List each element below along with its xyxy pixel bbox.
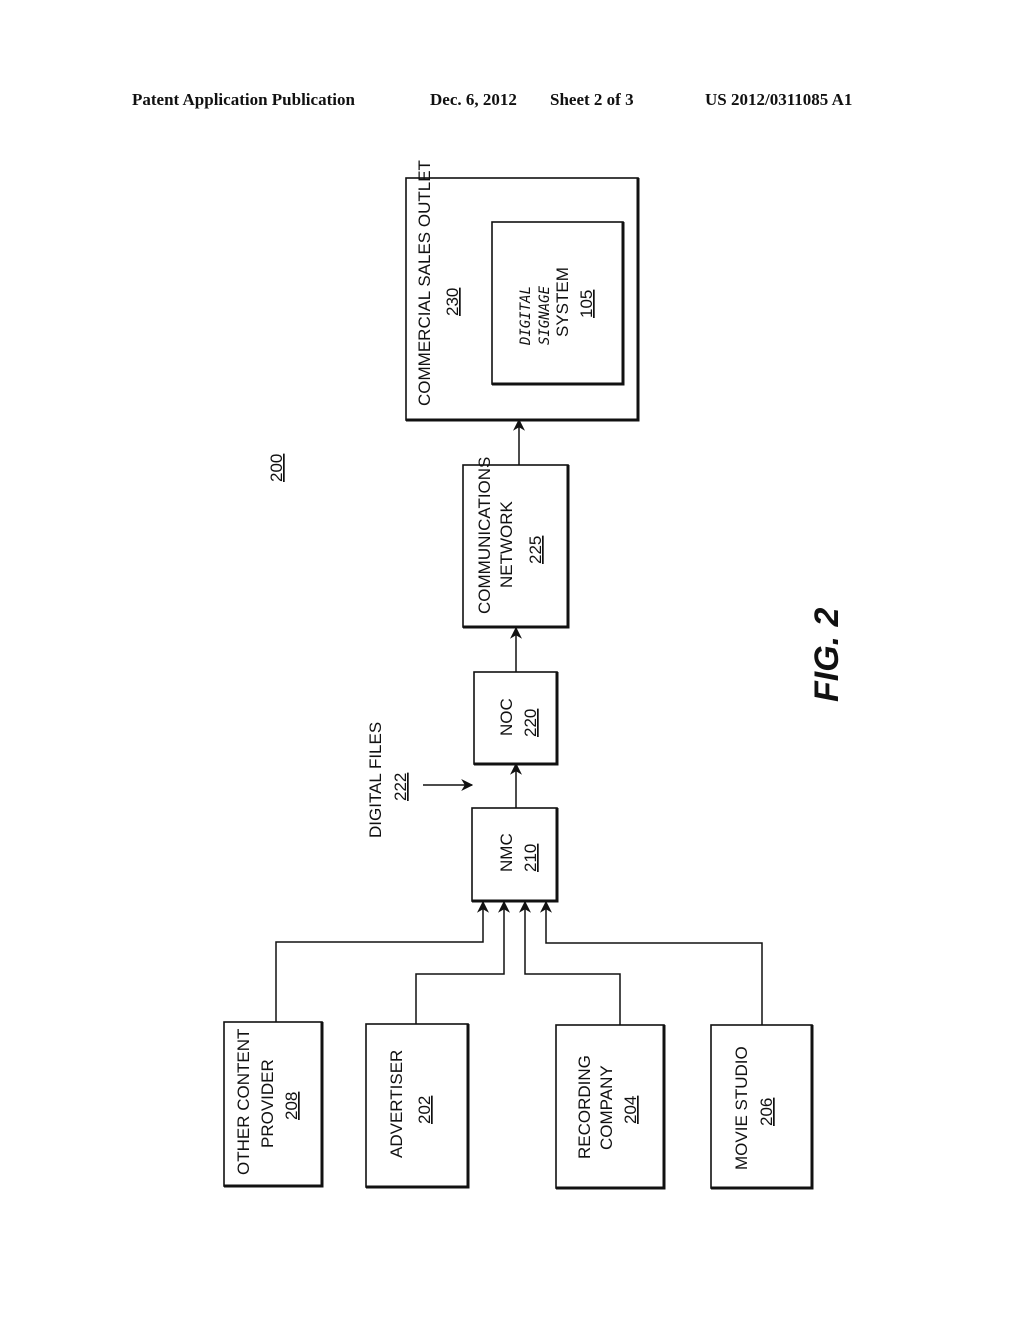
edge-advertiser-to-nmc <box>415 900 510 1024</box>
ref-105: 105 <box>577 290 596 318</box>
ref-222: 222 <box>391 773 410 801</box>
ref-220: 220 <box>521 709 540 737</box>
label-network: NETWORK <box>497 500 516 588</box>
ref-204: 204 <box>621 1096 640 1124</box>
label-nmc: NMC <box>497 833 516 872</box>
edge-other-content-provider-to-nmc <box>275 900 489 1022</box>
label-digital-signage-line3: SYSTEM <box>553 267 572 337</box>
label-provider: PROVIDER <box>258 1059 277 1148</box>
ref-208: 208 <box>282 1092 301 1120</box>
label-other-content: OTHER CONTENT <box>234 1029 253 1175</box>
ref-210: 210 <box>521 844 540 872</box>
figure-label: FIG. 2 <box>808 607 846 702</box>
ref-202: 202 <box>415 1096 434 1124</box>
label-digital-files: DIGITAL FILES <box>366 722 385 838</box>
label-commercial-sales-outlet: COMMERCIAL SALES OUTLET <box>415 160 434 406</box>
label-communications: COMMUNICATIONS <box>475 457 494 614</box>
ref-230: 230 <box>443 288 462 316</box>
label-noc: NOC <box>497 698 516 736</box>
label-recording: RECORDING <box>575 1055 594 1159</box>
block-diagram: COMMERCIAL SALES OUTLET 230 DIGITAL SIGN… <box>223 160 846 1190</box>
label-digital-signage-line2: SIGNAGE <box>537 285 553 345</box>
edge-recording-company-to-nmc <box>519 900 621 1025</box>
label-digital-signage-line1: DIGITAL <box>518 286 534 346</box>
ref-200: 200 <box>267 454 286 482</box>
label-movie-studio: MOVIE STUDIO <box>732 1046 751 1170</box>
label-advertiser: ADVERTISER <box>387 1050 406 1158</box>
edge-movie-studio-to-nmc <box>540 900 763 1025</box>
labels: COMMERCIAL SALES OUTLET 230 DIGITAL SIGN… <box>234 160 846 1175</box>
label-company: COMPANY <box>597 1065 616 1150</box>
ref-206: 206 <box>757 1098 776 1126</box>
ref-225: 225 <box>526 536 545 564</box>
